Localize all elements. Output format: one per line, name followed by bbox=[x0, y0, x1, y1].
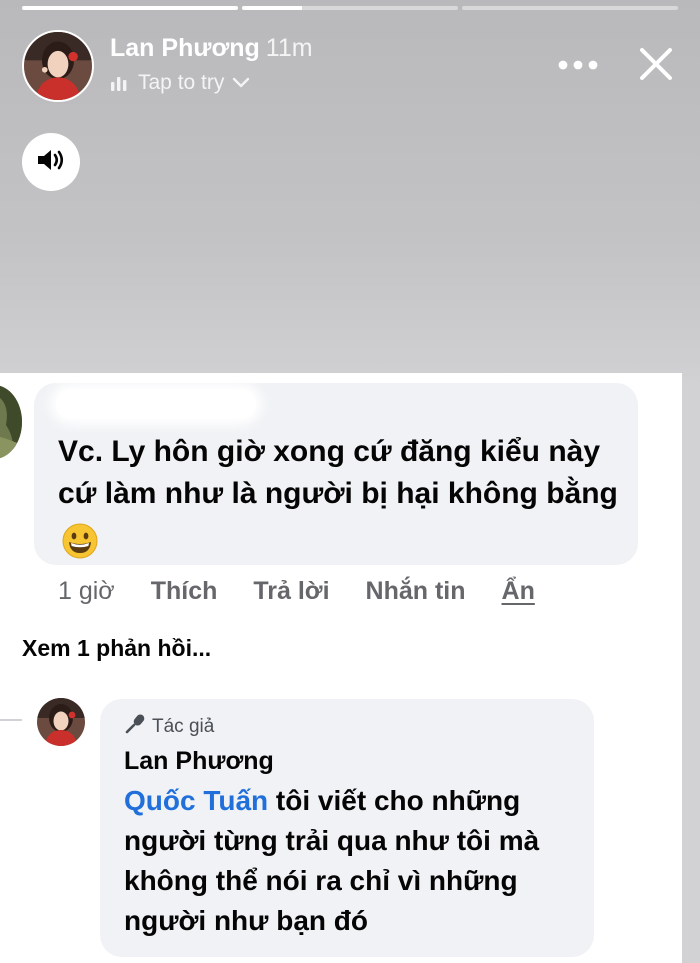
reply-bubble: Tác giả Lan Phương Quốc Tuấn tôi viết ch… bbox=[100, 699, 594, 957]
more-options-button[interactable] bbox=[552, 48, 604, 84]
reply-button[interactable]: Trả lời bbox=[253, 577, 329, 606]
redacted-commenter-name bbox=[56, 389, 256, 419]
sound-toggle-button[interactable] bbox=[22, 133, 80, 191]
reply-author-avatar[interactable] bbox=[37, 698, 85, 746]
commenter-avatar bbox=[0, 385, 22, 459]
grinning-face-emoji bbox=[62, 523, 98, 559]
story-author-avatar[interactable] bbox=[22, 30, 94, 102]
music-label: Tap to try bbox=[138, 71, 225, 94]
like-button[interactable]: Thích bbox=[151, 577, 218, 606]
close-button[interactable] bbox=[628, 38, 684, 94]
equalizer-icon bbox=[110, 74, 130, 92]
message-button[interactable]: Nhắn tin bbox=[366, 577, 466, 606]
reply-thread-line bbox=[0, 719, 22, 721]
hide-button[interactable]: Ẩn bbox=[502, 577, 535, 606]
story-progress-bar-3 bbox=[462, 6, 678, 10]
story-progress-bar-2 bbox=[242, 6, 458, 10]
story-author-name[interactable]: Lan Phương bbox=[110, 34, 260, 62]
comment-text: Vc. Ly hôn giờ xong cứ đăng kiểu này cứ … bbox=[58, 435, 618, 510]
view-replies-link[interactable]: Xem 1 phản hồi... bbox=[22, 635, 211, 662]
comment-bubble: Vc. Ly hôn giờ xong cứ đăng kiểu này cứ … bbox=[34, 383, 638, 565]
author-badge: Tác giả bbox=[124, 713, 214, 741]
more-dots-icon bbox=[558, 57, 598, 75]
comment-actions: 1 giờ Thích Trả lời Nhắn tin Ẩn bbox=[58, 577, 535, 606]
music-row[interactable]: Tap to try bbox=[110, 71, 250, 95]
story-time-ago: 11m bbox=[265, 34, 313, 62]
chevron-down-icon bbox=[232, 77, 250, 89]
reply-author-name[interactable]: Lan Phương bbox=[124, 747, 274, 776]
author-badge-label: Tác giả bbox=[152, 716, 215, 737]
story-progress-bar-1 bbox=[22, 6, 238, 10]
speaker-icon bbox=[36, 147, 66, 178]
story-progress-fill-1 bbox=[22, 6, 238, 10]
microphone-icon bbox=[124, 713, 146, 741]
comment-time: 1 giờ bbox=[58, 577, 115, 605]
reply-mention-link[interactable]: Quốc Tuấn bbox=[124, 785, 268, 816]
comment-screenshot: Vc. Ly hôn giờ xong cứ đăng kiểu này cứ … bbox=[0, 373, 682, 963]
story-author-line: Lan Phương 11m bbox=[110, 34, 313, 63]
close-icon bbox=[639, 47, 673, 86]
reply-text: Quốc Tuấn tôi viết cho những người từng … bbox=[124, 781, 586, 941]
story-progress-fill-2 bbox=[242, 6, 303, 10]
